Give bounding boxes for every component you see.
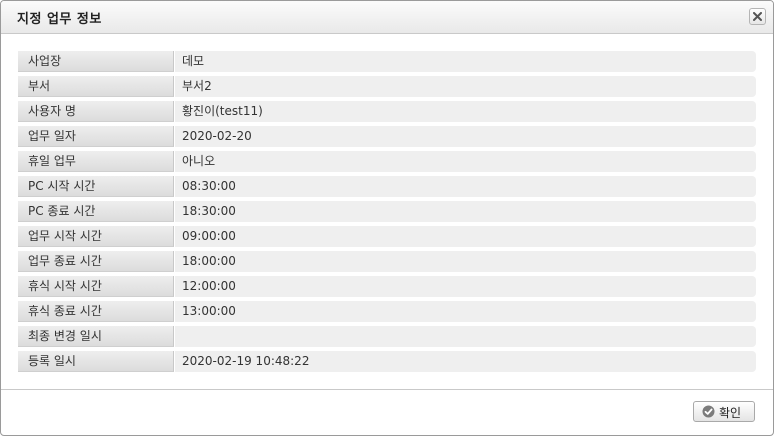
info-row-work-date: 업무 일자 2020-02-20 bbox=[18, 126, 756, 147]
row-label: 휴식 종료 시간 bbox=[18, 301, 174, 322]
close-button[interactable] bbox=[749, 8, 766, 25]
info-table: 사업장 데모 부서 부서2 사용자 명 황진이(test11) 업무 일자 20… bbox=[18, 51, 756, 376]
info-row-work-start-time: 업무 시작 시간 09:00:00 bbox=[18, 226, 756, 247]
info-row-workplace: 사업장 데모 bbox=[18, 51, 756, 72]
confirm-button-label: 확인 bbox=[719, 406, 742, 420]
row-value: 13:00:00 bbox=[175, 301, 756, 322]
row-value: 부서2 bbox=[175, 76, 756, 97]
row-value: 09:00:00 bbox=[175, 226, 756, 247]
confirm-button[interactable]: 확인 bbox=[693, 401, 755, 422]
row-value: 08:30:00 bbox=[175, 176, 756, 197]
row-label: 사용자 명 bbox=[18, 101, 174, 122]
row-value bbox=[175, 326, 756, 347]
row-label: 업무 종료 시간 bbox=[18, 251, 174, 272]
row-label: 등록 일시 bbox=[18, 351, 174, 372]
row-value: 18:00:00 bbox=[175, 251, 756, 272]
row-value: 황진이(test11) bbox=[175, 101, 756, 122]
dialog-titlebar: 지정 업무 정보 bbox=[1, 1, 773, 34]
row-value: 아니오 bbox=[175, 151, 756, 172]
footer-divider bbox=[1, 389, 773, 390]
row-label: 휴일 업무 bbox=[18, 151, 174, 172]
row-value: 2020-02-20 bbox=[175, 126, 756, 147]
row-value: 2020-02-19 10:48:22 bbox=[175, 351, 756, 372]
info-row-break-start-time: 휴식 시작 시간 12:00:00 bbox=[18, 276, 756, 297]
row-label: 부서 bbox=[18, 76, 174, 97]
row-value: 18:30:00 bbox=[175, 201, 756, 222]
info-row-user-name: 사용자 명 황진이(test11) bbox=[18, 101, 756, 122]
info-row-pc-start-time: PC 시작 시간 08:30:00 bbox=[18, 176, 756, 197]
row-label: PC 종료 시간 bbox=[18, 201, 174, 222]
dialog-title: 지정 업무 정보 bbox=[17, 12, 102, 27]
row-value: 데모 bbox=[175, 51, 756, 72]
close-x-icon bbox=[753, 12, 762, 21]
row-label: 업무 시작 시간 bbox=[18, 226, 174, 247]
row-label: 최종 변경 일시 bbox=[18, 326, 174, 347]
row-label: PC 시작 시간 bbox=[18, 176, 174, 197]
info-row-break-end-time: 휴식 종료 시간 13:00:00 bbox=[18, 301, 756, 322]
row-label: 업무 일자 bbox=[18, 126, 174, 147]
info-row-holiday-work: 휴일 업무 아니오 bbox=[18, 151, 756, 172]
info-row-pc-end-time: PC 종료 시간 18:30:00 bbox=[18, 201, 756, 222]
info-row-registered: 등록 일시 2020-02-19 10:48:22 bbox=[18, 351, 756, 372]
row-label: 사업장 bbox=[18, 51, 174, 72]
row-label: 휴식 시작 시간 bbox=[18, 276, 174, 297]
check-circle-icon bbox=[702, 405, 715, 418]
info-row-work-end-time: 업무 종료 시간 18:00:00 bbox=[18, 251, 756, 272]
info-row-last-modified: 최종 변경 일시 bbox=[18, 326, 756, 347]
info-row-department: 부서 부서2 bbox=[18, 76, 756, 97]
assigned-work-info-dialog: 지정 업무 정보 사업장 데모 부서 부서2 사용자 명 황진이(test11)… bbox=[0, 0, 774, 436]
row-value: 12:00:00 bbox=[175, 276, 756, 297]
